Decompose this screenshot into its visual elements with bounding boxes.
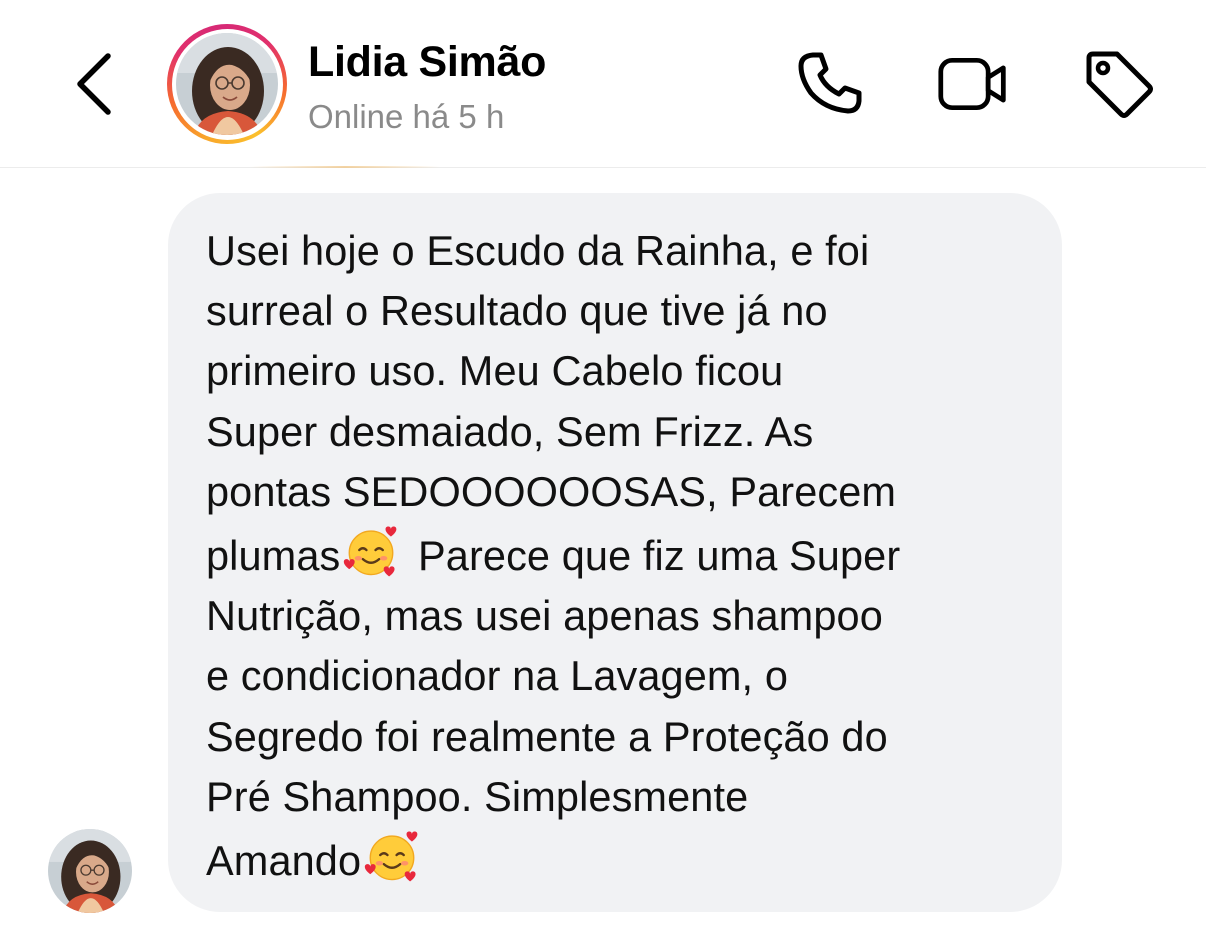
video-camera-icon [938,57,1006,111]
chat-header: Lidia Simão Online há 5 h [0,0,1206,168]
contact-name[interactable]: Lidia Simão [308,38,546,87]
story-preview-edge [250,166,440,168]
phone-icon [798,52,862,114]
tag-button[interactable] [1083,48,1155,120]
sender-avatar[interactable] [48,829,132,913]
avatar [176,33,278,135]
message-text: Usei hoje o Escudo da Rainha, e foi surr… [206,221,1032,891]
smiling-face-with-hearts-icon [344,526,397,577]
contact-status: Online há 5 h [308,98,505,135]
chevron-left-icon [77,53,111,115]
back-button[interactable] [62,48,126,120]
message-text-part2: Parece que fiz uma Super Nutrição, mas u… [206,532,901,885]
contact-avatar-story-ring[interactable] [167,24,287,144]
call-button[interactable] [794,48,866,120]
smiling-face-with-hearts-icon [364,831,418,882]
message-bubble[interactable]: Usei hoje o Escudo da Rainha, e foi surr… [168,193,1062,912]
message-text-part1: Usei hoje o Escudo da Rainha, e foi surr… [206,227,897,580]
video-call-button[interactable] [937,48,1009,120]
chat-screen: Lidia Simão Online há 5 h Usei hoje o Es… [0,0,1206,948]
tag-icon [1086,51,1153,118]
